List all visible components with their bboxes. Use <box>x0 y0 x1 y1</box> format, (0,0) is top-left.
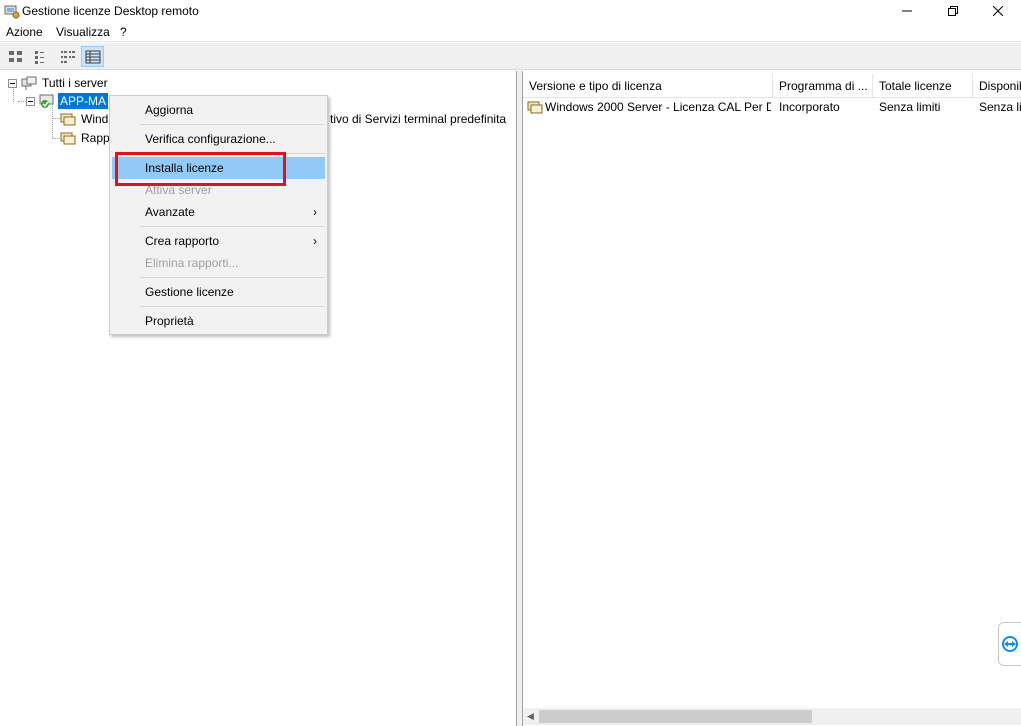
tree-label-reports: Rapp <box>81 131 110 145</box>
large-icons-view-button[interactable] <box>4 46 27 67</box>
cell-available: Senza lim <box>979 100 1021 114</box>
cell-version: Windows 2000 Server - Licenza CAL Per D.… <box>545 100 771 114</box>
tree-node-windows-licenses[interactable]: Wind <box>60 110 110 128</box>
column-header-available[interactable]: Disponib <box>973 74 1021 98</box>
tree-label-trailing-text: tivo di Servizi terminal predefinita <box>330 112 507 126</box>
details-view-button[interactable] <box>81 46 104 67</box>
list-header: Versione e tipo di licenza Programma di … <box>523 74 1021 98</box>
small-icons-icon <box>34 50 44 64</box>
title-bar: Gestione licenze Desktop remoto <box>0 0 1021 22</box>
tree-label-server: APP-MA <box>58 93 109 109</box>
menu-item-proprieta[interactable]: Proprietà <box>112 310 325 332</box>
menu-item-gestione-licenze[interactable]: Gestione licenze <box>112 281 325 303</box>
scrollbar-thumb[interactable] <box>539 710 812 723</box>
restore-button[interactable] <box>930 0 976 22</box>
menu-item-verifica-configurazione[interactable]: Verifica configurazione... <box>112 128 325 150</box>
tree-node-all-servers[interactable]: Tutti i server <box>8 74 110 92</box>
menu-item-avanzate-label: Avanzate <box>145 205 195 219</box>
toolbar <box>0 43 1021 70</box>
menu-item-crea-rapporto-label: Crea rapporto <box>145 234 220 248</box>
window-title: Gestione licenze Desktop remoto <box>22 4 199 18</box>
submenu-arrow-icon: › <box>313 234 317 248</box>
column-header-version[interactable]: Versione e tipo di licenza <box>523 74 773 98</box>
submenu-arrow-icon: › <box>313 205 317 219</box>
minimize-icon <box>902 10 912 12</box>
teamviewer-icon <box>1002 636 1018 652</box>
menu-azione[interactable]: Azione <box>6 25 43 39</box>
menu-help[interactable]: ? <box>120 25 127 39</box>
collapse-icon[interactable] <box>8 78 17 88</box>
license-pack-icon <box>527 101 543 114</box>
license-pack-icon <box>60 113 76 126</box>
small-icons-view-button[interactable] <box>30 46 53 67</box>
menu-bar: Azione Visualizza ? <box>0 22 1021 42</box>
teamviewer-tab[interactable] <box>998 622 1021 666</box>
minimize-button[interactable] <box>884 0 930 22</box>
context-menu: Aggiorna Verifica configurazione... Inst… <box>109 95 328 335</box>
column-header-program[interactable]: Programma di ... <box>773 74 873 98</box>
license-manager-icon <box>4 5 20 19</box>
list-view-button[interactable] <box>56 46 79 67</box>
horizontal-scrollbar[interactable]: ◀ <box>523 708 1021 725</box>
tree-node-server[interactable]: APP-MA <box>26 92 109 110</box>
menu-visualizza[interactable]: Visualizza <box>56 25 110 39</box>
highlight-annotation-box <box>115 152 286 186</box>
menu-item-aggiorna[interactable]: Aggiorna <box>112 99 325 121</box>
tree-node-reports[interactable]: Rapp <box>60 129 112 147</box>
servers-icon <box>21 76 37 90</box>
details-icon <box>85 50 100 63</box>
restore-icon <box>948 6 958 16</box>
column-header-total[interactable]: Totale licenze <box>873 74 973 98</box>
large-icons-icon <box>8 50 22 62</box>
reports-icon <box>60 132 76 145</box>
scroll-left-icon[interactable]: ◀ <box>527 711 534 722</box>
table-row[interactable]: Windows 2000 Server - Licenza CAL Per D.… <box>523 98 1021 117</box>
cell-program: Incorporato <box>779 100 840 114</box>
close-icon <box>993 6 1003 16</box>
license-list-pane: Versione e tipo di licenza Programma di … <box>522 71 1021 726</box>
menu-item-avanzate[interactable]: Avanzate › <box>112 201 325 223</box>
close-button[interactable] <box>975 0 1021 22</box>
menu-item-elimina-rapporti: Elimina rapporti... <box>145 256 239 270</box>
cell-total: Senza limiti <box>879 100 941 114</box>
server-ok-icon <box>39 94 54 108</box>
tree-label-windows-licenses: Wind <box>81 112 109 126</box>
menu-item-crea-rapporto[interactable]: Crea rapporto › <box>112 230 325 252</box>
tree-label-all-servers: Tutti i server <box>42 76 108 90</box>
list-icon <box>60 50 75 63</box>
collapse-icon[interactable] <box>26 96 35 106</box>
